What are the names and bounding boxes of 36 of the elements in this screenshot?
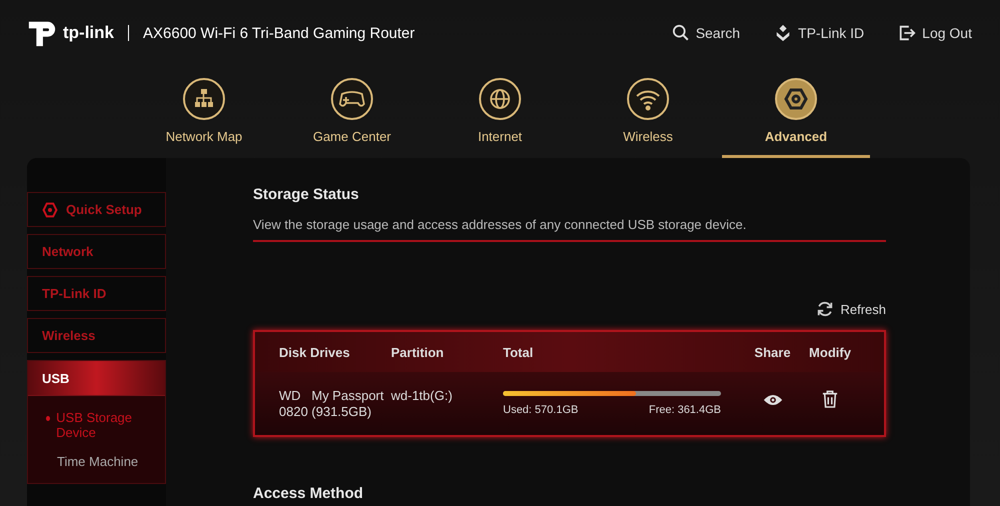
router-model: AX6600 Wi-Fi 6 Tri-Band Gaming Router — [143, 24, 415, 42]
column-header: Disk Drives — [279, 344, 351, 360]
nav-tab[interactable]: Network Map — [130, 66, 278, 158]
globe-icon — [478, 77, 522, 121]
gamepad-icon — [330, 77, 374, 121]
column-header: Modify — [808, 344, 852, 360]
nav-tab[interactable]: Wireless — [574, 66, 722, 158]
used-label: Used: 570.1GB — [503, 404, 578, 416]
network-map-icon — [182, 77, 226, 121]
brand-name: tp-link — [63, 23, 114, 43]
account-link[interactable]: TP-Link ID — [774, 24, 864, 42]
sidebar-item[interactable]: USB — [28, 361, 165, 396]
column-header: Partition — [391, 344, 445, 360]
search-icon — [672, 24, 690, 42]
logout-link[interactable]: Log Out — [898, 24, 972, 42]
wifi-icon — [626, 77, 670, 121]
section-title: Storage Status — [253, 186, 360, 203]
column-header: Share — [753, 344, 792, 360]
table-cell-text: wd-1tb(G:) — [391, 388, 454, 405]
logout-icon — [898, 24, 916, 42]
trash-icon[interactable] — [822, 390, 838, 408]
gear-icon — [42, 202, 58, 218]
refresh-button[interactable]: Refresh — [816, 300, 886, 318]
section-description: View the storage usage and access addresses of any connected USB storage device. — [253, 217, 748, 232]
search-link[interactable]: Search — [672, 24, 740, 42]
nav-tab[interactable]: Game Center — [278, 66, 426, 158]
user-icon — [774, 24, 792, 42]
refresh-icon — [816, 300, 834, 318]
column-header: Total — [503, 344, 534, 360]
nav-tab[interactable]: Internet — [426, 66, 574, 158]
free-label: Free: 361.4GB — [648, 404, 721, 416]
table-cell-text: WD My Passport 0820 (931.5GB) — [279, 388, 385, 420]
submenu-item[interactable]: Time Machine — [28, 440, 165, 469]
section-title: Access Method — [253, 485, 364, 502]
eye-icon[interactable] — [762, 393, 782, 407]
gear-icon — [774, 77, 818, 121]
